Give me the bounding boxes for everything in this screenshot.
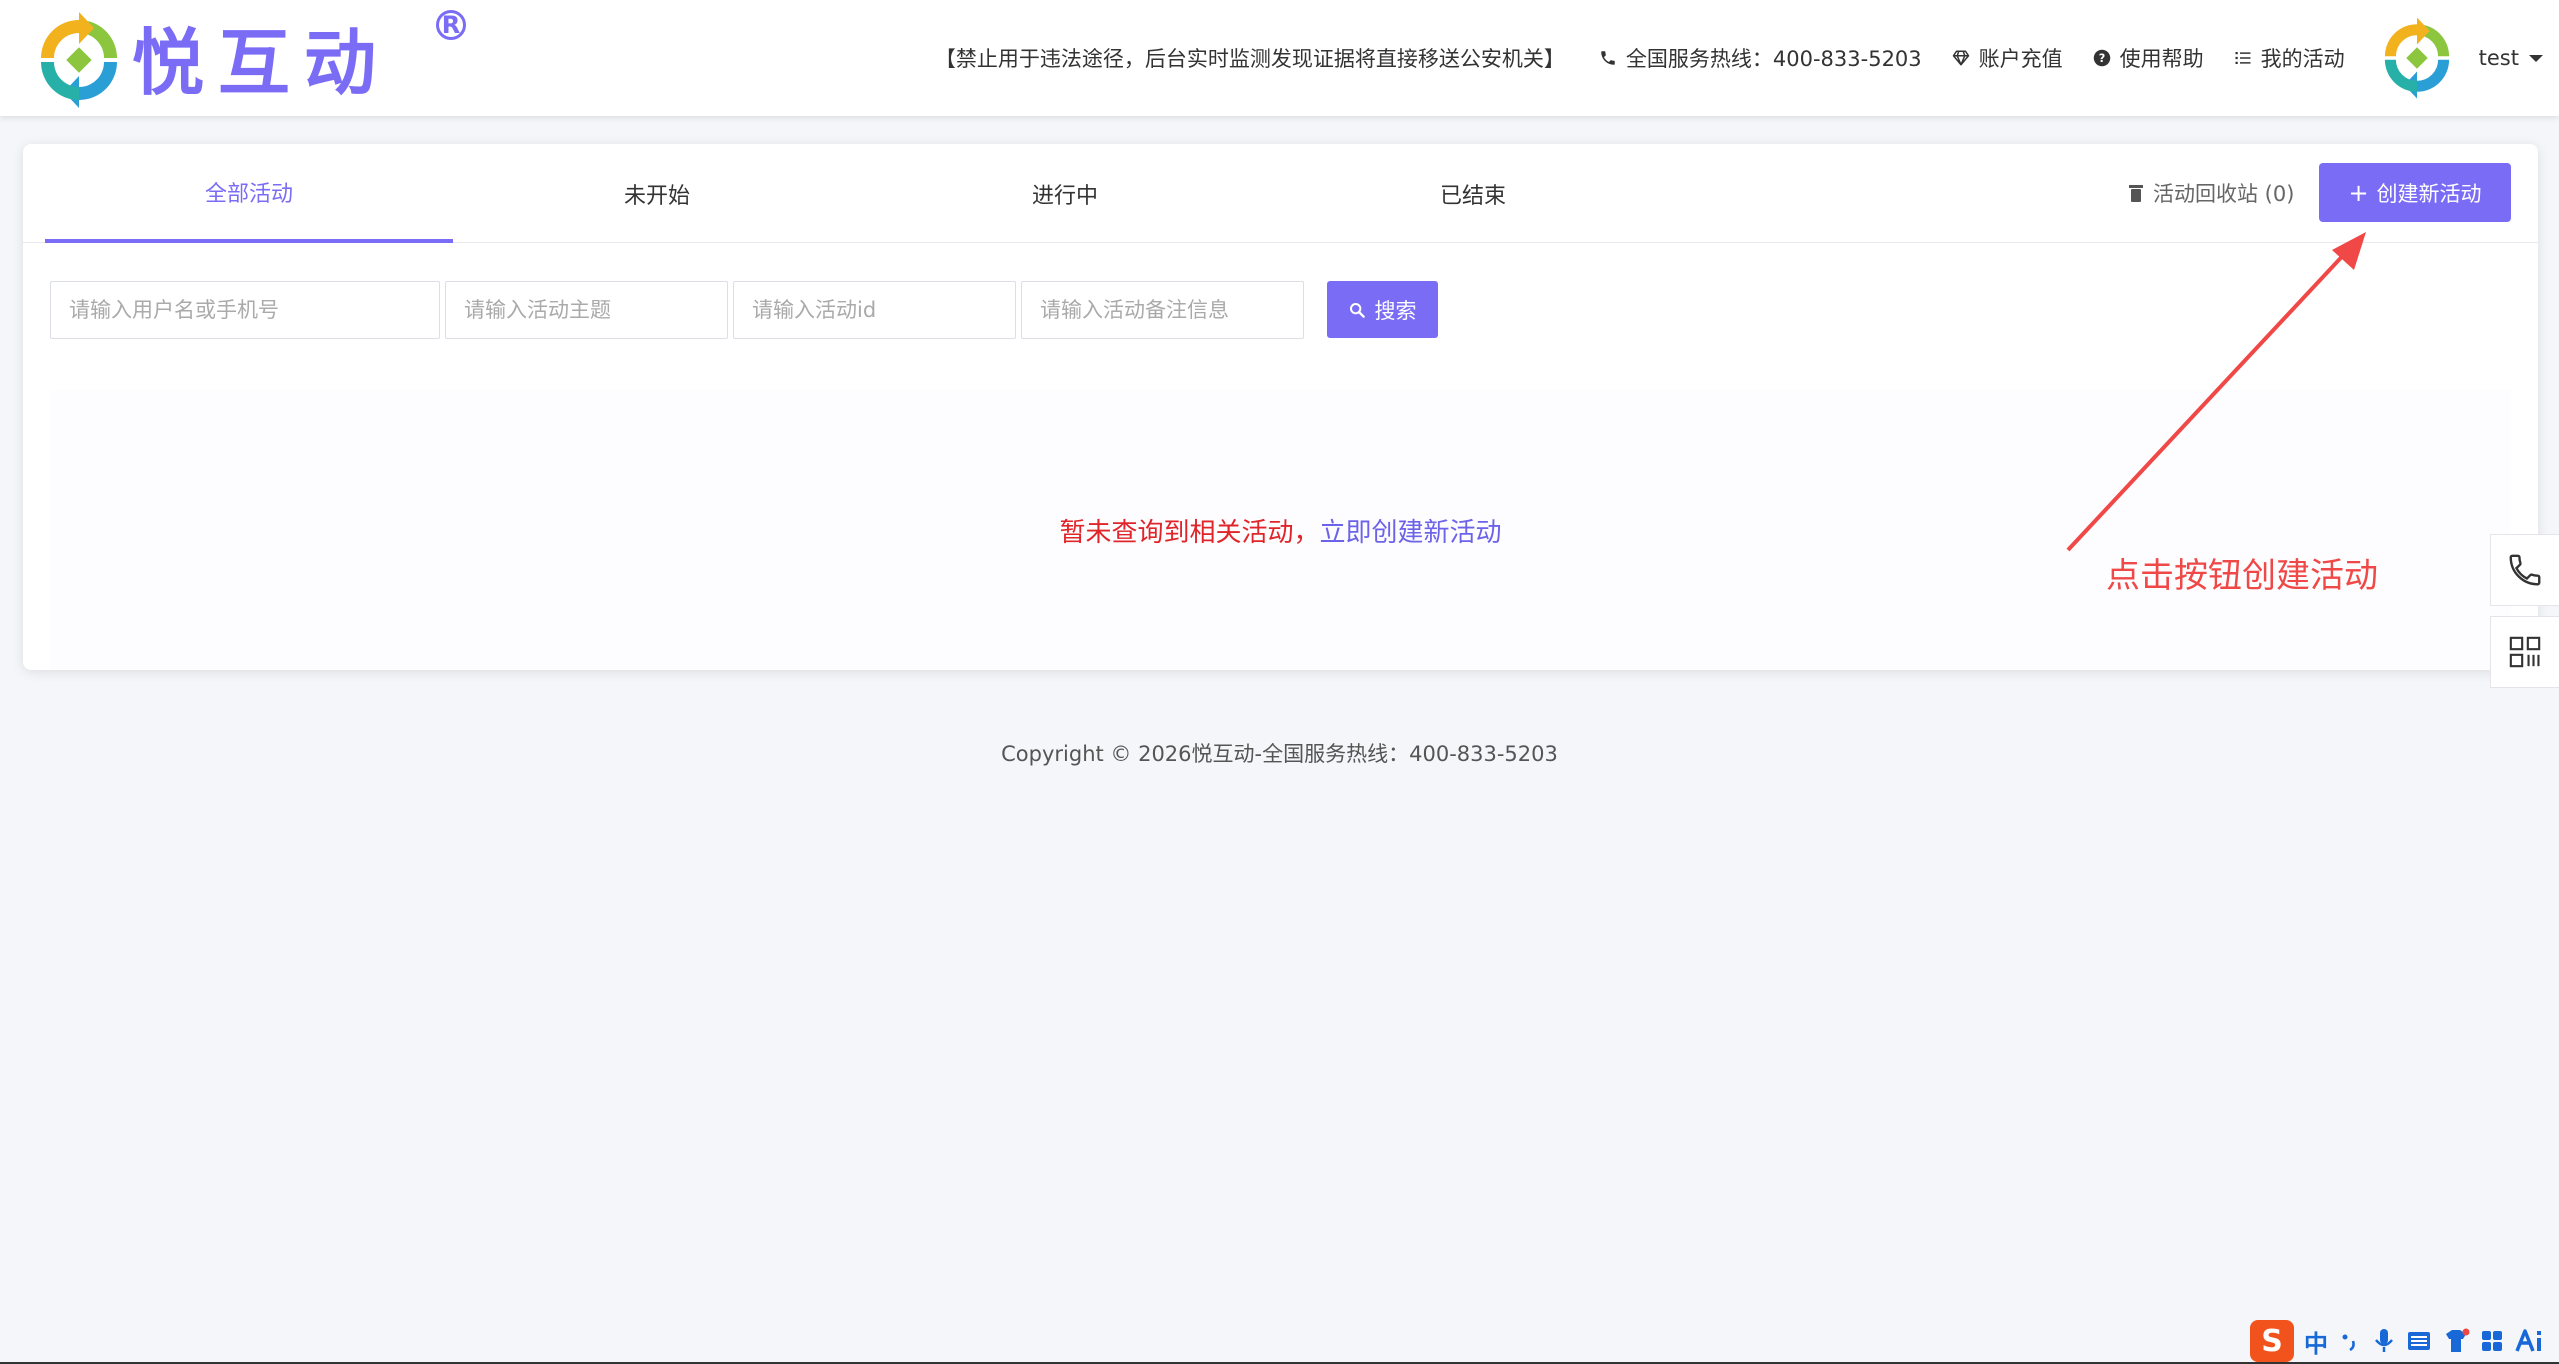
keyboard-icon[interactable] [2406,1329,2432,1353]
skin-icon[interactable] [2442,1328,2470,1354]
punctuation-icon[interactable] [2338,1329,2362,1353]
annotation-text: 点击按钮创建活动 [2106,556,2378,596]
toolbox-icon[interactable] [2480,1329,2504,1353]
microphone-icon[interactable] [2372,1327,2396,1355]
ime-toolbar: S 中 [2250,1320,2544,1362]
ai-icon[interactable] [2514,1328,2544,1354]
sogou-ime-icon[interactable]: S [2250,1320,2294,1362]
footer-copyright: Copyright © 2026悦互动-全国服务热线：400-833-5203 [1001,742,1558,766]
ime-mode-toggle[interactable]: 中 [2304,1324,2328,1359]
